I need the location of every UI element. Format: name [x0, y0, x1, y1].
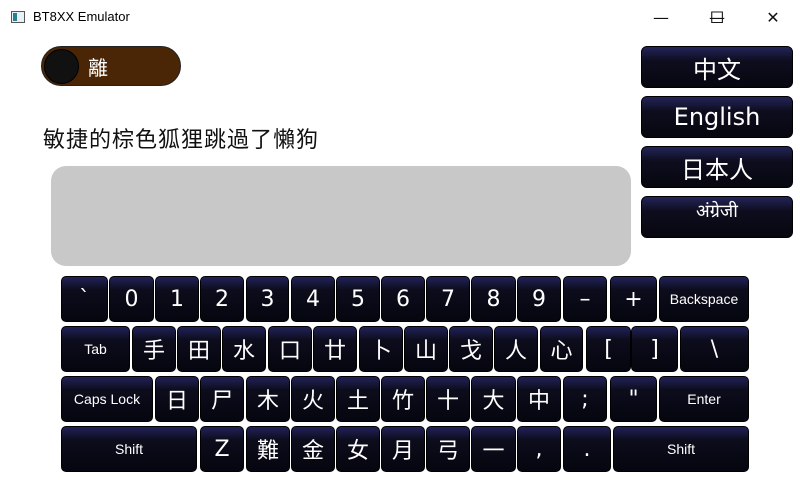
key-弓[interactable]: 弓 [426, 426, 470, 472]
close-button[interactable]: ✕ [750, 0, 796, 34]
key-手[interactable]: 手 [132, 326, 176, 372]
key-z[interactable]: Z [200, 426, 244, 472]
text-input-area[interactable] [51, 166, 631, 266]
key-心[interactable]: 心 [540, 326, 583, 372]
toggle-knob [44, 49, 79, 84]
language-button-chinese[interactable]: 中文 [641, 46, 793, 88]
key-0[interactable]: 0 [109, 276, 154, 322]
key-田[interactable]: 田 [177, 326, 221, 372]
key-山[interactable]: 山 [404, 326, 448, 372]
key-4[interactable]: 4 [291, 276, 335, 322]
key-shift[interactable]: Shift [61, 426, 197, 472]
key-enter[interactable]: Enter [659, 376, 749, 422]
key-right-bracket[interactable]: ] [631, 326, 678, 372]
key-backspace[interactable]: Backspace [659, 276, 749, 322]
key-semicolon[interactable]: ; [563, 376, 607, 422]
key-月[interactable]: 月 [381, 426, 425, 472]
minimize-button[interactable]: — [638, 0, 684, 34]
key-5[interactable]: 5 [336, 276, 380, 322]
key-shift[interactable]: Shift [613, 426, 749, 472]
key-金[interactable]: 金 [291, 426, 335, 472]
maximize-button[interactable]: ☐ [694, 0, 740, 34]
app-icon [11, 11, 25, 23]
window-title: BT8XX Emulator [33, 9, 130, 24]
key-minus[interactable]: – [563, 276, 607, 322]
display-text: 敏捷的棕色狐狸跳過了懶狗 [43, 128, 320, 153]
key-left-bracket[interactable]: [ [586, 326, 631, 372]
toggle-label: 離 [88, 56, 108, 80]
key-一[interactable]: 一 [471, 426, 516, 472]
key-土[interactable]: 土 [336, 376, 380, 422]
key-火[interactable]: 火 [291, 376, 335, 422]
key-難[interactable]: 難 [246, 426, 290, 472]
key-女[interactable]: 女 [336, 426, 380, 472]
key-backslash[interactable]: \ [680, 326, 749, 372]
key-1[interactable]: 1 [155, 276, 199, 322]
key-水[interactable]: 水 [222, 326, 266, 372]
key-6[interactable]: 6 [381, 276, 425, 322]
key-8[interactable]: 8 [471, 276, 516, 322]
key-口[interactable]: 口 [268, 326, 312, 372]
key-tab[interactable]: Tab [61, 326, 130, 372]
key-2[interactable]: 2 [200, 276, 244, 322]
key-中[interactable]: 中 [517, 376, 561, 422]
mode-toggle[interactable]: 離 [41, 46, 181, 86]
key-caps-lock[interactable]: Caps Lock [61, 376, 153, 422]
key-卜[interactable]: 卜 [359, 326, 403, 372]
key-period[interactable]: . [563, 426, 611, 472]
key-quote[interactable]: " [610, 376, 657, 422]
key-戈[interactable]: 戈 [449, 326, 493, 372]
key-木[interactable]: 木 [246, 376, 290, 422]
key-竹[interactable]: 竹 [381, 376, 425, 422]
key-日[interactable]: 日 [155, 376, 199, 422]
key-7[interactable]: 7 [426, 276, 470, 322]
key-comma[interactable]: , [517, 426, 561, 472]
language-button-japanese[interactable]: 日本人 [641, 146, 793, 188]
language-button-hindi[interactable]: अंग्रेजी [641, 196, 793, 238]
key-人[interactable]: 人 [494, 326, 538, 372]
key-backtick[interactable]: ` [61, 276, 108, 322]
key-廿[interactable]: 廿 [313, 326, 357, 372]
key-大[interactable]: 大 [471, 376, 516, 422]
key-尸[interactable]: 尸 [200, 376, 244, 422]
key-plus[interactable]: + [610, 276, 657, 322]
key-3[interactable]: 3 [246, 276, 289, 322]
key-9[interactable]: 9 [517, 276, 561, 322]
key-十[interactable]: 十 [426, 376, 470, 422]
language-button-english[interactable]: English [641, 96, 793, 138]
